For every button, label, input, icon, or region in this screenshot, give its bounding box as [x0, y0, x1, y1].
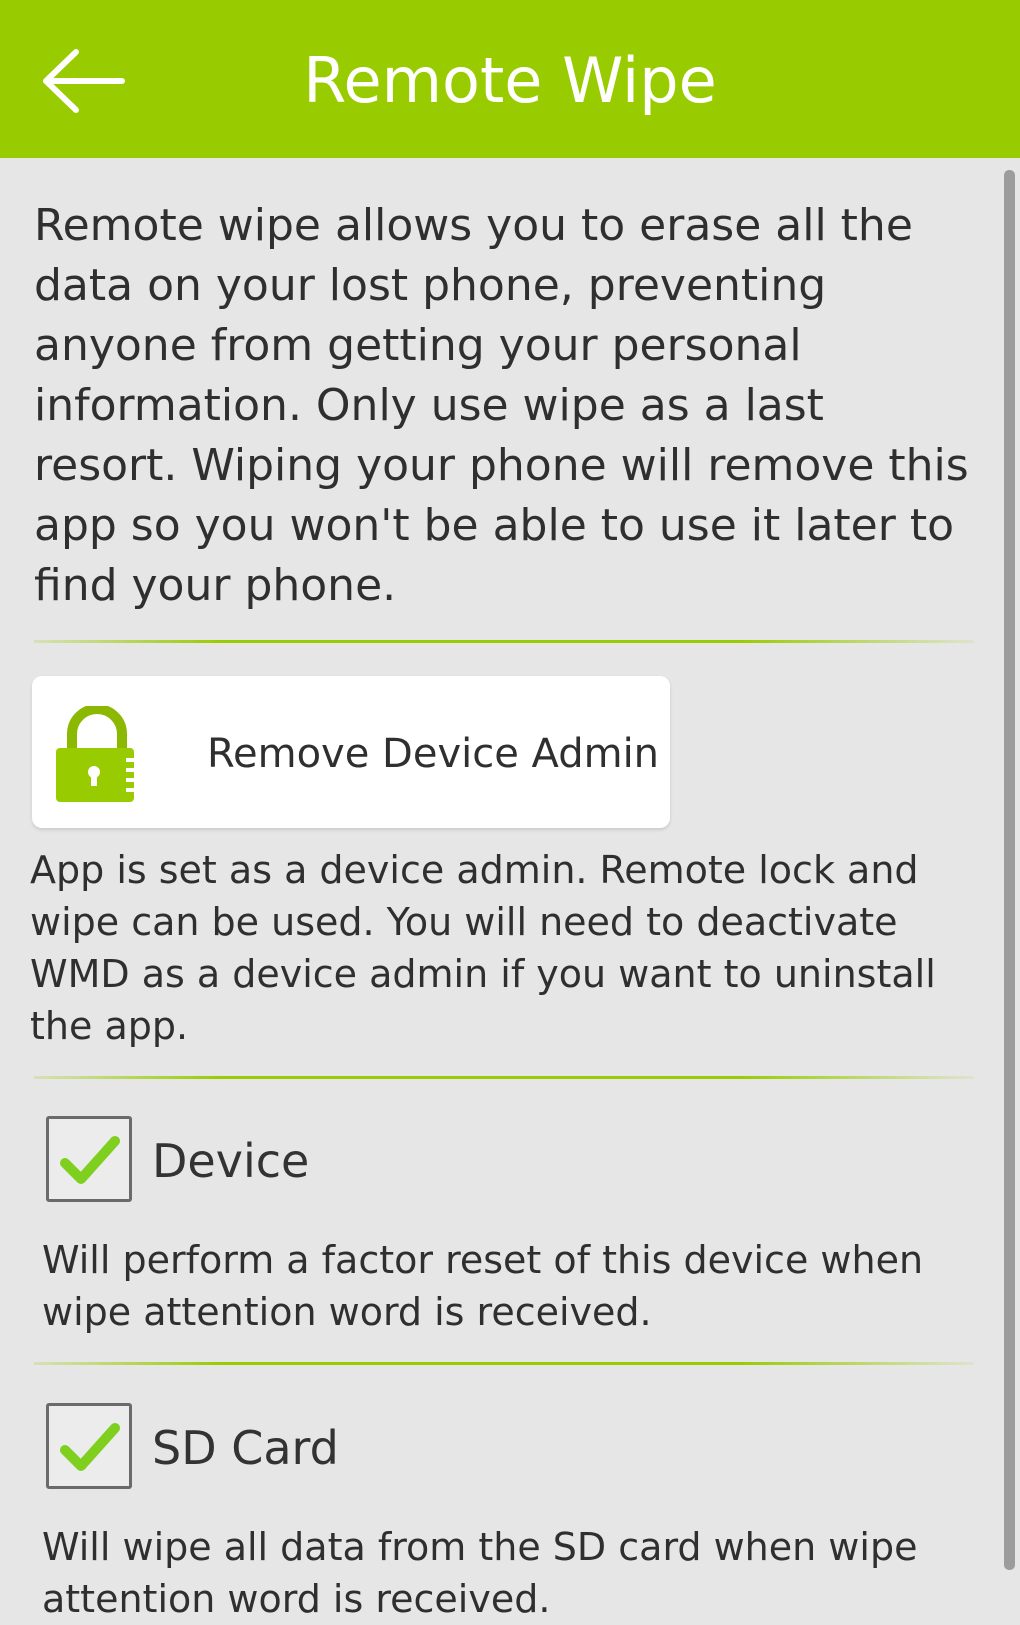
checkmark-icon [60, 1136, 120, 1184]
sd-card-description: Will wipe all data from the SD card when… [42, 1525, 918, 1621]
divider [34, 1076, 974, 1079]
sd-card-label[interactable]: SD Card [152, 1403, 339, 1489]
back-button[interactable] [32, 38, 132, 124]
remove-device-admin-button[interactable]: Remove Device Admin [32, 676, 670, 828]
intro-text: Remote wipe allows you to erase all the … [34, 200, 969, 611]
device-checkbox[interactable] [46, 1116, 132, 1202]
divider [34, 1362, 974, 1365]
remove-device-admin-label: Remove Device Admin [207, 731, 660, 777]
device-admin-description: App is set as a device admin. Remote loc… [30, 848, 936, 1048]
checkmark-icon [60, 1423, 120, 1471]
device-description: Will perform a factor reset of this devi… [42, 1238, 924, 1334]
app-bar: Remote Wipe [0, 0, 1020, 158]
device-label[interactable]: Device [152, 1116, 309, 1202]
divider [34, 640, 974, 643]
scrollbar[interactable] [1004, 170, 1015, 1570]
sd-card-checkbox[interactable] [46, 1403, 132, 1489]
arrow-left-icon [43, 49, 125, 113]
page-title: Remote Wipe [303, 44, 717, 117]
lock-icon [56, 706, 138, 802]
